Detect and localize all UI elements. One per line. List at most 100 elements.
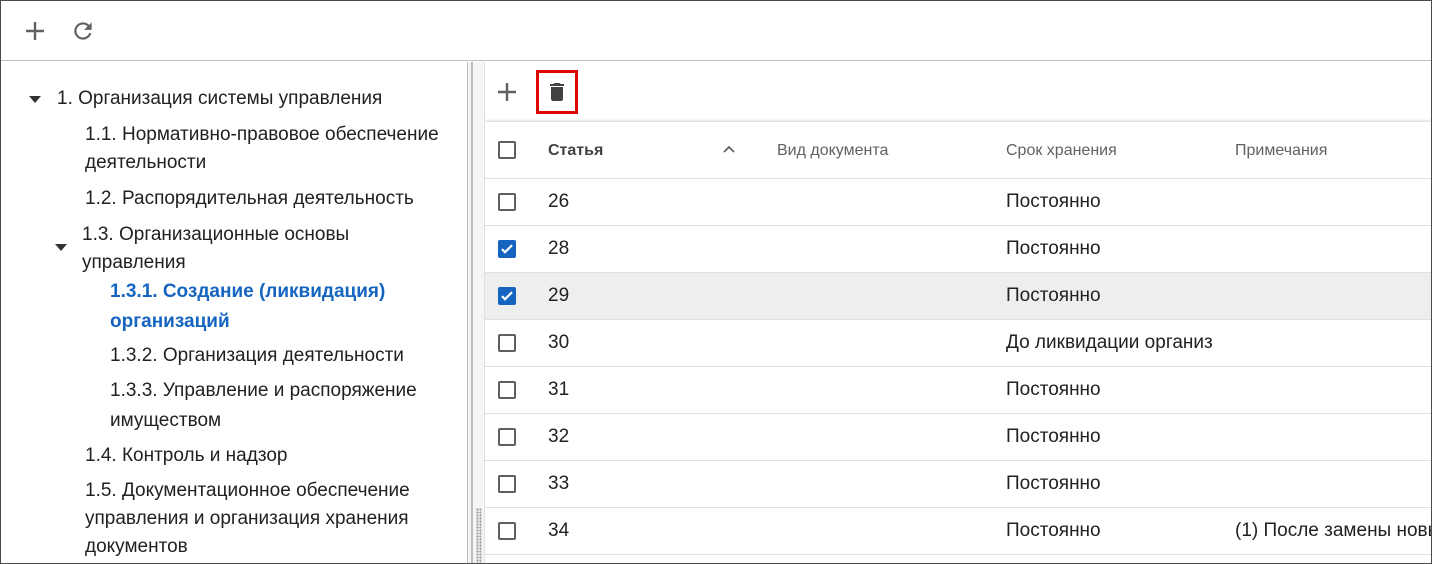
cell-retention: До ликвидации организ (1006, 332, 1213, 353)
tree-node-label: 1.5. Документационное обеспечение (85, 480, 410, 501)
select-all-checkbox[interactable] (498, 141, 516, 159)
tree-node-label: 1.4. Контроль и надзор (85, 445, 288, 466)
cell-doc-type (777, 179, 997, 225)
table-row[interactable]: 33 Постоянно (485, 461, 1431, 508)
cell-article: 33 (548, 473, 570, 494)
cell-notes (1235, 414, 1431, 460)
cell-notes (1235, 320, 1431, 366)
cell-retention: Постоянно (1006, 520, 1101, 541)
tree-node-label: 1.1. Нормативно-правовое обеспечение (85, 124, 439, 145)
column-header-retention[interactable]: Срок хранения (1006, 122, 1117, 179)
table-row[interactable]: 28 Постоянно (485, 226, 1431, 273)
panel-splitter[interactable] (467, 62, 485, 563)
row-checkbox[interactable] (498, 428, 516, 446)
tree-node-1-4[interactable]: 1.4. Контроль и надзор (85, 442, 287, 470)
cell-retention: Постоянно (1006, 426, 1101, 447)
table-row[interactable]: 32 Постоянно (485, 414, 1431, 461)
cell-retention: Постоянно (1006, 285, 1101, 306)
table-row[interactable]: 31 Постоянно (485, 367, 1431, 414)
check-icon (501, 244, 513, 254)
cell-article: 32 (548, 426, 570, 447)
splitter-bar (471, 62, 473, 563)
tree-node-1-2[interactable]: 1.2. Распорядительная деятельность (85, 185, 414, 213)
cell-notes (1235, 367, 1431, 413)
tree-node-label: 1.3.1. Создание (ликвидация) (110, 281, 386, 302)
row-checkbox[interactable] (498, 334, 516, 352)
plus-icon (498, 83, 516, 101)
cell-notes (1235, 273, 1431, 319)
plus-icon (26, 22, 44, 40)
cell-retention: Постоянно (1006, 238, 1101, 259)
check-icon (501, 291, 513, 301)
row-checkbox[interactable] (498, 381, 516, 399)
add-row-button[interactable] (489, 74, 525, 110)
tree-node-label: управления и организация хранения (85, 508, 409, 529)
tree-node-label: 1. Организация системы управления (57, 88, 383, 109)
add-button[interactable] (17, 13, 53, 49)
row-checkbox[interactable] (498, 287, 516, 305)
row-checkbox[interactable] (498, 193, 516, 211)
tree-node-label: организаций (110, 311, 230, 332)
tree-node-label: 1.2. Распорядительная деятельность (85, 188, 414, 209)
sort-ascending-icon[interactable] (720, 141, 738, 159)
row-checkbox[interactable] (498, 475, 516, 493)
tree-node-label: 1.3.2. Организация деятельности (110, 345, 404, 366)
tree-node-label: документов (85, 536, 188, 557)
tree-node-1-3-2[interactable]: 1.3.2. Организация деятельности (110, 342, 404, 370)
refresh-icon (74, 22, 92, 40)
cell-doc-type (777, 508, 997, 554)
cell-doc-type (777, 273, 997, 319)
app-window: 1. Организация системы управления 1.1. Н… (0, 0, 1432, 564)
cell-notes: (1) После замены новы (1235, 520, 1431, 541)
tree-node-label: 1.3.3. Управление и распоряжение (110, 380, 417, 401)
refresh-button[interactable] (65, 13, 101, 49)
tree-node-label: 1.3. Организационные основы (82, 224, 350, 245)
tree-node-1-3[interactable]: 1.3. Организационные основы управления (82, 221, 349, 277)
cell-doc-type (777, 414, 997, 460)
cell-notes (1235, 461, 1431, 507)
cell-article: 29 (548, 285, 570, 306)
cell-notes (1235, 226, 1431, 272)
tree-node-1-5[interactable]: 1.5. Документационное обеспечение управл… (85, 477, 410, 561)
cell-retention: Постоянно (1006, 473, 1101, 494)
row-checkbox[interactable] (498, 522, 516, 540)
drag-handle-icon[interactable] (476, 508, 482, 563)
trash-icon (550, 83, 564, 101)
tree-node-1[interactable]: 1. Организация системы управления (57, 85, 382, 113)
table-row[interactable]: 30 До ликвидации организ (485, 320, 1431, 367)
cell-doc-type (777, 367, 997, 413)
cell-doc-type (777, 461, 997, 507)
tree-node-label: управления (82, 252, 186, 273)
table-row[interactable]: 34 Постоянно (1) После замены новы (485, 508, 1431, 555)
cell-article: 34 (548, 520, 570, 541)
tree-node-1-3-3[interactable]: 1.3.3. Управление и распоряжение имущест… (110, 376, 417, 436)
cell-article: 26 (548, 191, 570, 212)
articles-table: Статья Вид документа Срок хранения Приме… (485, 122, 1431, 563)
table-row[interactable]: 26 Постоянно (485, 179, 1431, 226)
column-header-notes[interactable]: Примечания (1235, 122, 1327, 179)
grid-toolbar (485, 62, 1431, 122)
table-header: Статья Вид документа Срок хранения Приме… (485, 122, 1431, 179)
tree-node-1-1[interactable]: 1.1. Нормативно-правовое обеспечение дея… (85, 121, 439, 177)
collapse-caret-icon[interactable] (29, 96, 41, 103)
delete-button[interactable] (539, 74, 575, 110)
cell-notes (1235, 179, 1431, 225)
articles-panel: Статья Вид документа Срок хранения Приме… (485, 62, 1431, 563)
classification-tree: 1. Организация системы управления 1.1. Н… (1, 62, 467, 563)
cell-retention: Постоянно (1006, 191, 1101, 212)
row-checkbox[interactable] (498, 240, 516, 258)
cell-doc-type (777, 226, 997, 272)
cell-article: 30 (548, 332, 570, 353)
cell-retention: Постоянно (1006, 379, 1101, 400)
cell-article: 31 (548, 379, 570, 400)
cell-article: 28 (548, 238, 570, 259)
table-row[interactable]: 29 Постоянно (485, 273, 1431, 320)
tree-node-label: имуществом (110, 410, 222, 431)
tree-node-label: деятельности (85, 152, 207, 173)
collapse-caret-icon[interactable] (55, 244, 67, 251)
column-header-article[interactable]: Статья (548, 122, 603, 179)
cell-doc-type (777, 320, 997, 366)
tree-node-1-3-1[interactable]: 1.3.1. Создание (ликвидация) организаций (110, 277, 385, 337)
top-toolbar (1, 1, 1431, 61)
column-header-doc-type[interactable]: Вид документа (777, 122, 888, 179)
